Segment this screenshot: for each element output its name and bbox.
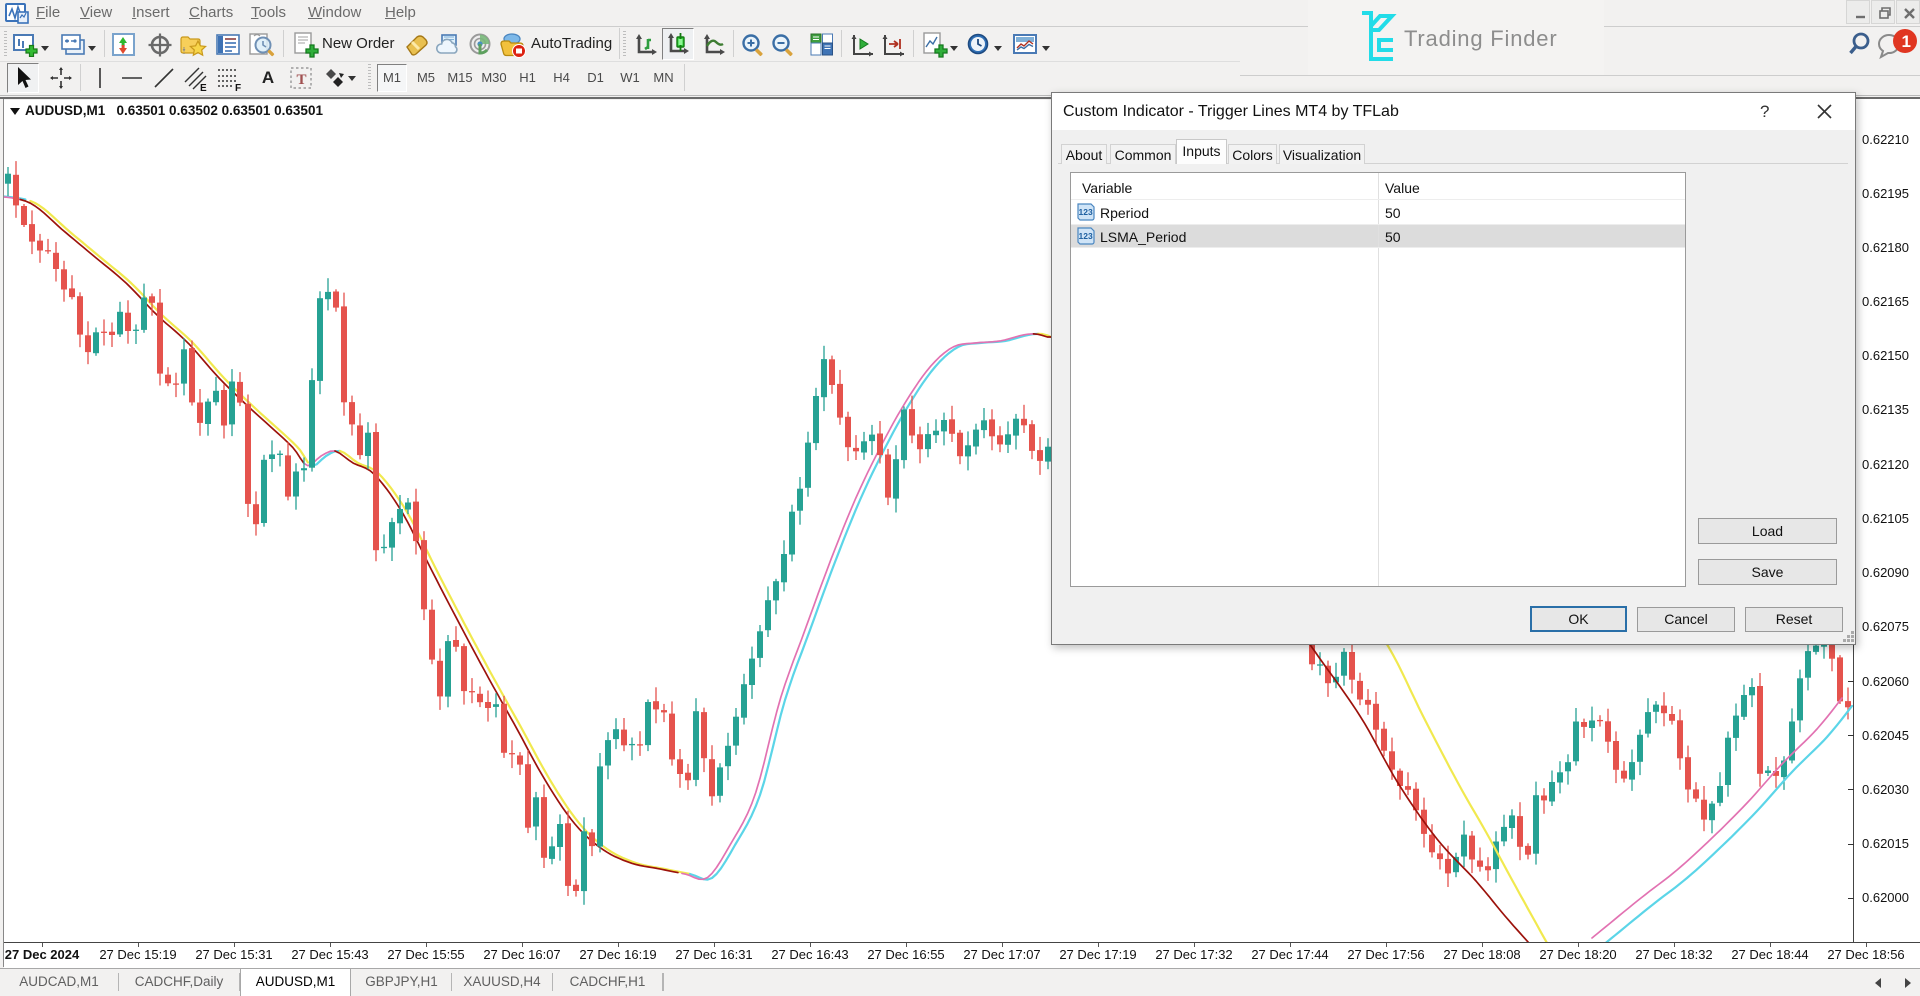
svg-text:123: 123 (1079, 207, 1093, 217)
svg-text:1: 1 (1902, 32, 1911, 51)
svg-text:F: F (235, 83, 241, 92)
svg-text:123: 123 (1079, 231, 1093, 241)
svg-text:T: T (297, 72, 307, 88)
svg-text:E: E (200, 83, 207, 92)
